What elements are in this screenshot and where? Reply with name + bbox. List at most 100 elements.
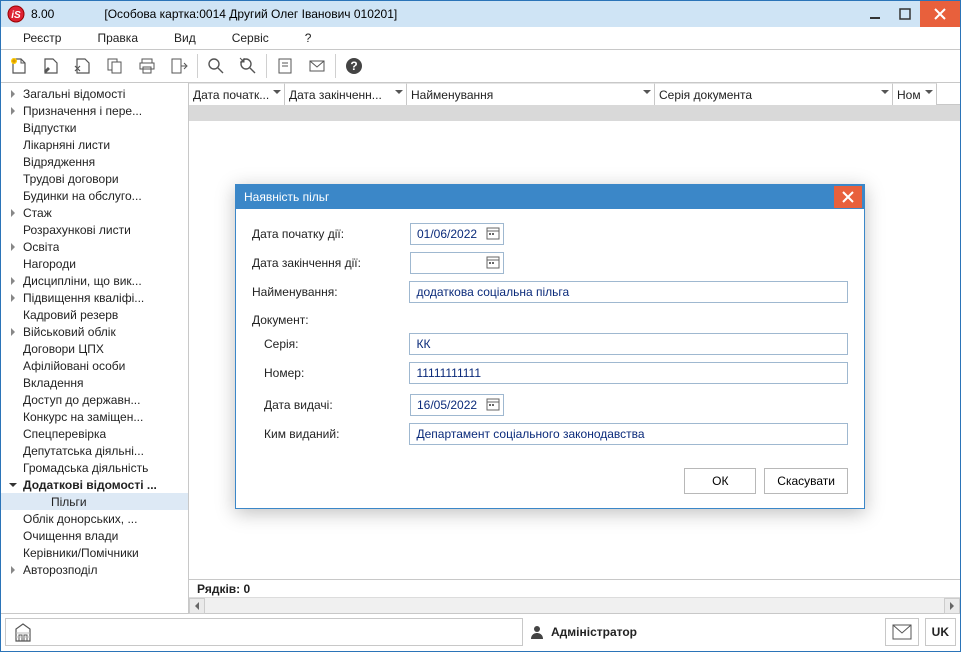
grid-column-header[interactable]: Ном bbox=[893, 83, 937, 105]
tree-item[interactable]: Трудові договори bbox=[1, 170, 188, 187]
copy-button[interactable] bbox=[99, 51, 131, 81]
tree-item[interactable]: Нагороди bbox=[1, 255, 188, 272]
issuer-input[interactable] bbox=[409, 423, 848, 445]
cut-button[interactable] bbox=[67, 51, 99, 81]
tree-item[interactable]: Кадровий резерв bbox=[1, 306, 188, 323]
toolbar-separator bbox=[335, 54, 336, 78]
tree-item[interactable]: Спецперевірка bbox=[1, 425, 188, 442]
menu-help[interactable]: ? bbox=[305, 31, 312, 45]
close-button[interactable] bbox=[920, 1, 960, 27]
tree-item[interactable]: Дисципліни, що вик... bbox=[1, 272, 188, 289]
toolbar: ? bbox=[1, 49, 960, 83]
search-next-button[interactable] bbox=[232, 51, 264, 81]
status-locale[interactable]: UK bbox=[925, 618, 956, 646]
grid-column-header[interactable]: Серія документа bbox=[655, 83, 893, 105]
menu-registry[interactable]: Реєстр bbox=[23, 31, 61, 45]
calendar-icon[interactable] bbox=[486, 397, 500, 411]
tree-item[interactable]: Військовий облік bbox=[1, 323, 188, 340]
ok-button[interactable]: ОК bbox=[684, 468, 756, 494]
dropdown-icon[interactable] bbox=[395, 88, 403, 96]
status-mail[interactable] bbox=[885, 618, 919, 646]
tree-item[interactable]: Відрядження bbox=[1, 153, 188, 170]
tree-item[interactable]: Додаткові відомості ... bbox=[1, 476, 188, 493]
tree-item[interactable]: Депутатська діяльні... bbox=[1, 442, 188, 459]
chevron-right-icon bbox=[7, 394, 19, 406]
dropdown-icon[interactable] bbox=[273, 88, 281, 96]
chevron-right-icon bbox=[7, 88, 19, 100]
tree-item-label: Кадровий резерв bbox=[23, 308, 118, 322]
dialog-titlebar[interactable]: Наявність пільг bbox=[236, 185, 864, 209]
chevron-right-icon bbox=[7, 360, 19, 372]
tree-item[interactable]: Конкурс на заміщен... bbox=[1, 408, 188, 425]
cancel-button[interactable]: Скасувати bbox=[764, 468, 848, 494]
dropdown-icon[interactable] bbox=[925, 88, 933, 96]
edit-button[interactable] bbox=[35, 51, 67, 81]
tree-item-label: Освіта bbox=[23, 240, 59, 254]
tree-item-label: Військовий облік bbox=[23, 325, 116, 339]
tree-item[interactable]: Пільги bbox=[1, 493, 188, 510]
dropdown-icon[interactable] bbox=[881, 88, 889, 96]
horizontal-scrollbar[interactable] bbox=[189, 597, 960, 613]
grid-column-label: Серія документа bbox=[659, 88, 752, 102]
maximize-button[interactable] bbox=[890, 1, 920, 27]
menu-service[interactable]: Сервіс bbox=[232, 31, 269, 45]
tree-item[interactable]: Очищення влади bbox=[1, 527, 188, 544]
tree-item-label: Призначення і пере... bbox=[23, 104, 142, 118]
status-left-cell bbox=[5, 618, 523, 646]
dialog-close-button[interactable] bbox=[834, 186, 862, 208]
sidebar[interactable]: Загальні відомостіПризначення і пере...В… bbox=[1, 83, 189, 613]
chevron-right-icon bbox=[7, 105, 19, 117]
tree-item[interactable]: Доступ до державн... bbox=[1, 391, 188, 408]
tree-item[interactable]: Керівники/Помічники bbox=[1, 544, 188, 561]
number-label: Номер: bbox=[252, 366, 409, 380]
grid-column-header[interactable]: Найменування bbox=[407, 83, 655, 105]
minimize-button[interactable] bbox=[860, 1, 890, 27]
tree-item[interactable]: Відпустки bbox=[1, 119, 188, 136]
dropdown-icon[interactable] bbox=[643, 88, 651, 96]
tree-item[interactable]: Розрахункові листи bbox=[1, 221, 188, 238]
tree-item[interactable]: Афілійовані особи bbox=[1, 357, 188, 374]
name-label: Найменування: bbox=[252, 285, 409, 299]
chevron-right-icon bbox=[7, 547, 19, 559]
grid-column-header[interactable]: Дата початк... bbox=[189, 83, 285, 105]
new-button[interactable] bbox=[3, 51, 35, 81]
mail-button[interactable] bbox=[301, 51, 333, 81]
chevron-right-icon bbox=[35, 496, 47, 508]
series-input[interactable] bbox=[409, 333, 848, 355]
tree-item[interactable]: Облік донорських, ... bbox=[1, 510, 188, 527]
calendar-icon[interactable] bbox=[486, 226, 500, 240]
tree-item[interactable]: Лікарняні листи bbox=[1, 136, 188, 153]
grid-footer: Рядків: 0 bbox=[189, 579, 960, 597]
tree-item-label: Спецперевірка bbox=[23, 427, 106, 441]
tree-item[interactable]: Освіта bbox=[1, 238, 188, 255]
exit-button[interactable] bbox=[163, 51, 195, 81]
tree-item-label: Авторозподіл bbox=[23, 563, 97, 577]
tree-item[interactable]: Будинки на обслуго... bbox=[1, 187, 188, 204]
tree-item[interactable]: Загальні відомості bbox=[1, 85, 188, 102]
document-section-label: Документ: bbox=[252, 313, 848, 327]
print-button[interactable] bbox=[131, 51, 163, 81]
benefits-dialog: Наявність пільг Дата початку дії: Дата з… bbox=[235, 184, 865, 509]
tree-item[interactable]: Стаж bbox=[1, 204, 188, 221]
menu-edit[interactable]: Правка bbox=[97, 31, 138, 45]
scroll-right-button[interactable] bbox=[944, 598, 960, 614]
number-input[interactable] bbox=[409, 362, 848, 384]
chevron-right-icon bbox=[7, 292, 19, 304]
toolbar-separator bbox=[266, 54, 267, 78]
scroll-left-button[interactable] bbox=[189, 598, 205, 614]
tree-item[interactable]: Авторозподіл bbox=[1, 561, 188, 578]
chevron-right-icon bbox=[7, 173, 19, 185]
tree-item[interactable]: Вкладення bbox=[1, 374, 188, 391]
tree-item[interactable]: Договори ЦПХ bbox=[1, 340, 188, 357]
help-button[interactable]: ? bbox=[338, 51, 370, 81]
note-button[interactable] bbox=[269, 51, 301, 81]
calendar-icon[interactable] bbox=[486, 255, 500, 269]
tree-item[interactable]: Громадська діяльність bbox=[1, 459, 188, 476]
tree-item[interactable]: Призначення і пере... bbox=[1, 102, 188, 119]
grid-column-header[interactable]: Дата закінченн... bbox=[285, 83, 407, 105]
menu-view[interactable]: Вид bbox=[174, 31, 196, 45]
search-button[interactable] bbox=[200, 51, 232, 81]
name-input[interactable] bbox=[409, 281, 848, 303]
grid-column-label: Дата початк... bbox=[193, 88, 269, 102]
tree-item[interactable]: Підвищення кваліфі... bbox=[1, 289, 188, 306]
